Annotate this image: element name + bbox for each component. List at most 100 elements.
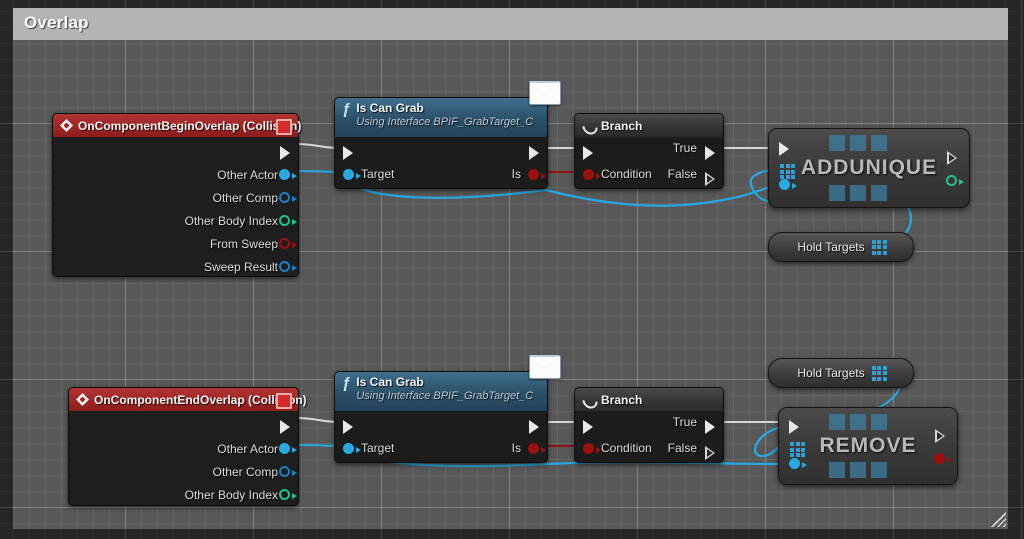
function-f-icon: ƒ <box>342 101 351 118</box>
node-subtitle: Using Interface BPIF_GrabTarget_C <box>356 390 534 402</box>
pin-label-other-actor: Other Actor <box>217 167 278 182</box>
output-pin-other-comp[interactable] <box>279 466 297 477</box>
node-body: Target Is <box>335 137 547 186</box>
input-pin-item[interactable] <box>789 458 807 469</box>
node-header[interactable]: OnComponentEndOverlap (Collision) <box>69 388 307 411</box>
event-diamond-icon <box>60 119 73 132</box>
exec-out-pin-false[interactable] <box>705 446 715 460</box>
output-pin-is[interactable] <box>528 169 546 180</box>
output-pin-other-body-index[interactable] <box>279 215 297 226</box>
exec-out-pin[interactable] <box>529 146 539 160</box>
pin-label-other-comp: Other Comp <box>212 464 278 479</box>
pin-row-other-actor: Other Actor <box>69 437 298 460</box>
pin-row-from-sweep: From Sweep <box>53 232 298 255</box>
pin-label-is: Is <box>511 441 521 455</box>
pin-row-target: Target Is <box>335 163 547 186</box>
pin-label-other-body-index: Other Body Index <box>184 213 278 228</box>
pin-row-exec-out <box>53 137 298 163</box>
exec-in-pin[interactable] <box>789 420 799 434</box>
pin-label-target: Target <box>361 167 395 181</box>
node-is-can-grab-bottom[interactable]: ƒ Is Can Grab Using Interface BPIF_GrabT… <box>334 355 561 463</box>
exec-out-pin-false[interactable] <box>705 172 715 186</box>
event-delete-icon[interactable] <box>276 393 292 409</box>
exec-out-pin-true[interactable] <box>705 420 715 434</box>
branch-icon <box>582 119 595 132</box>
node-title: OnComponentBeginOverlap (Collision) <box>78 118 302 133</box>
input-pin-condition[interactable] <box>583 169 601 180</box>
exec-in-pin[interactable] <box>779 142 789 156</box>
exec-in-pin[interactable] <box>343 146 353 160</box>
event-delete-icon[interactable] <box>276 119 292 135</box>
node-branch-top[interactable]: Branch True Condition False <box>574 113 724 189</box>
exec-out-pin[interactable] <box>280 420 290 434</box>
node-remove[interactable]: REMOVE <box>778 407 958 485</box>
output-pin-array[interactable] <box>871 239 887 255</box>
node-oncomponentendoverlap[interactable]: OnComponentEndOverlap (Collision) Other … <box>68 387 307 506</box>
pin-row-other-body-index: Other Body Index <box>53 209 298 232</box>
array-grid-icon <box>829 414 887 430</box>
pin-label-other-actor: Other Actor <box>217 441 278 456</box>
input-pin-condition[interactable] <box>583 443 601 454</box>
output-pin-other-body-index[interactable] <box>279 489 297 500</box>
node-is-can-grab-top[interactable]: ƒ Is Can Grab Using Interface BPIF_GrabT… <box>334 81 561 189</box>
pin-row-other-comp: Other Comp <box>69 460 298 483</box>
exec-out-pin[interactable] <box>529 420 539 434</box>
exec-in-pin[interactable] <box>583 420 593 434</box>
input-pin-target[interactable] <box>343 169 361 180</box>
output-pin-array[interactable] <box>871 365 887 381</box>
pin-label-condition: Condition <box>601 441 652 455</box>
array-grid-icon <box>829 135 887 151</box>
input-pin-item[interactable] <box>779 179 797 190</box>
pin-row-exec-true: True <box>575 411 723 437</box>
node-body: Other Actor Other Comp Other Body Index … <box>53 137 298 278</box>
node-subtitle: Using Interface BPIF_GrabTarget_C <box>356 116 534 128</box>
output-pin-other-actor[interactable] <box>279 169 297 180</box>
output-pin-from-sweep[interactable] <box>279 238 297 249</box>
output-pin-other-actor[interactable] <box>279 443 297 454</box>
exec-in-pin[interactable] <box>343 420 353 434</box>
input-pin-target[interactable] <box>343 443 361 454</box>
output-pin-sweep-result[interactable] <box>279 261 297 272</box>
exec-out-pin-true[interactable] <box>705 146 715 160</box>
pin-label-false: False <box>667 167 697 181</box>
function-f-icon: ƒ <box>342 375 351 392</box>
node-header[interactable]: Branch <box>575 114 723 137</box>
node-header[interactable]: Branch <box>575 388 723 411</box>
node-branch-bottom[interactable]: Branch True Condition False <box>574 387 724 463</box>
event-diamond-icon <box>76 393 89 406</box>
pin-label-other-comp: Other Comp <box>212 190 278 205</box>
pin-row-sweep-result: Sweep Result <box>53 255 298 278</box>
pin-label-sweep-result: Sweep Result <box>203 259 278 274</box>
variable-label: Hold Targets <box>797 366 865 380</box>
array-grid-icon <box>829 462 887 478</box>
node-body: True Condition False <box>575 137 723 186</box>
pin-row-exec <box>335 411 547 437</box>
node-header[interactable]: OnComponentBeginOverlap (Collision) <box>53 114 302 137</box>
pin-label-from-sweep: From Sweep <box>209 236 278 251</box>
node-header[interactable]: ƒ Is Can Grab Using Interface BPIF_GrabT… <box>335 355 561 411</box>
pin-row-other-body-index: Other Body Index <box>69 483 298 506</box>
exec-in-pin[interactable] <box>583 146 593 160</box>
pin-row-other-comp: Other Comp <box>53 186 298 209</box>
node-title: Is Can Grab <box>356 375 424 389</box>
output-pin-other-comp[interactable] <box>279 192 297 203</box>
node-addunique[interactable]: ADDUNIQUE <box>768 128 970 208</box>
blueprint-graph-canvas[interactable]: Overlap OnComponentBeginOverlap (Collisi… <box>0 0 1024 539</box>
pin-row-exec <box>335 137 547 163</box>
node-label-remove: REMOVE <box>819 434 917 457</box>
pin-row-target: Target Is <box>335 437 547 460</box>
exec-out-pin[interactable] <box>280 146 290 160</box>
pin-label-other-body-index: Other Body Index <box>184 487 278 502</box>
pin-row-condition-false: Condition False <box>575 437 723 460</box>
pin-label-condition: Condition <box>601 167 652 181</box>
node-title: Branch <box>601 392 643 407</box>
node-oncomponentbeginoverlap[interactable]: OnComponentBeginOverlap (Collision) Othe… <box>52 113 302 278</box>
node-hold-targets-top[interactable]: Hold Targets <box>768 232 914 262</box>
pin-label-false: False <box>667 441 697 455</box>
envelope-icon <box>529 81 561 105</box>
pin-label-is: Is <box>511 167 521 181</box>
node-header[interactable]: ƒ Is Can Grab Using Interface BPIF_GrabT… <box>335 81 561 137</box>
output-pin-is[interactable] <box>528 443 546 454</box>
node-hold-targets-bottom[interactable]: Hold Targets <box>768 358 914 388</box>
comment-title-bar[interactable] <box>13 8 1008 40</box>
